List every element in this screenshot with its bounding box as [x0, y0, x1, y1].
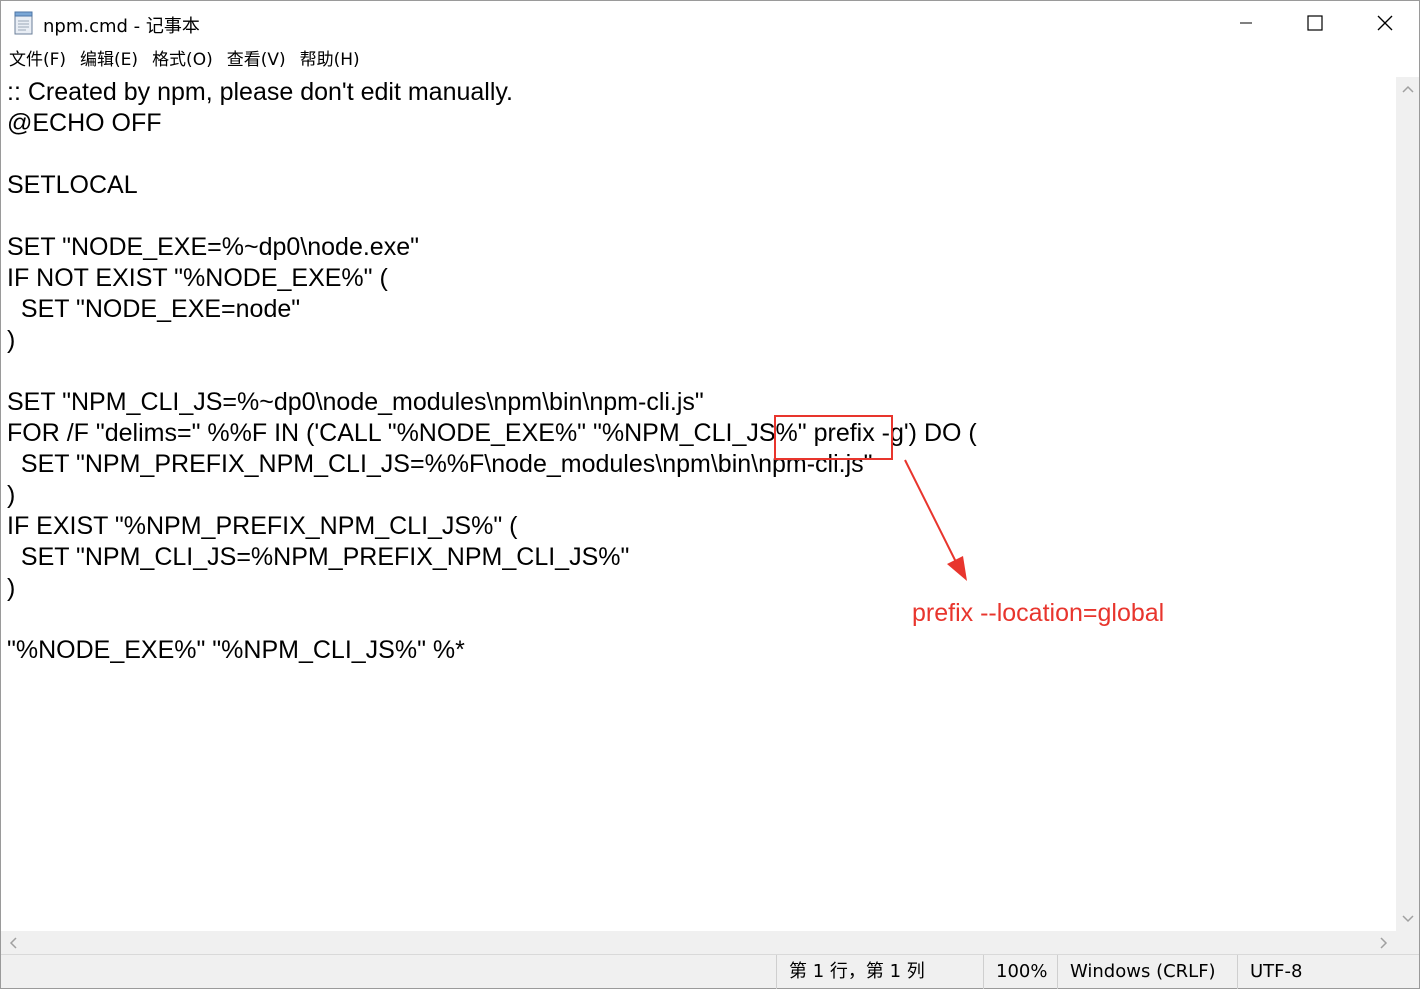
line-ending: Windows (CRLF) — [1057, 955, 1237, 989]
status-bar: 第 1 行，第 1 列 100% Windows (CRLF) UTF-8 — [1, 954, 1419, 989]
annotation-text: prefix --location=global — [912, 599, 1165, 627]
code-line: SET "NODE_EXE=node" — [7, 295, 301, 323]
highlight-box — [774, 415, 893, 460]
code-line: :: Created by npm, please don't edit man… — [7, 78, 513, 106]
maximize-button[interactable] — [1280, 1, 1350, 45]
code-line: ) — [7, 574, 16, 602]
code-line: @ECHO OFF — [7, 109, 162, 137]
encoding: UTF-8 — [1237, 955, 1419, 989]
notepad-icon — [14, 11, 33, 35]
code-line: SET "NPM_CLI_JS=%~dp0\node_modules\npm\b… — [7, 388, 704, 416]
scroll-left-button[interactable] — [1, 931, 25, 954]
vertical-scrollbar[interactable] — [1396, 77, 1419, 931]
notepad-window: npm.cmd - 记事本 文件(F) 编辑(E) 格式(O) 查看(V) 帮助… — [0, 0, 1420, 989]
code-line: SETLOCAL — [7, 171, 138, 199]
scroll-down-button[interactable] — [1396, 907, 1419, 931]
maximize-icon — [1307, 15, 1323, 31]
code-line: IF NOT EXIST "%NODE_EXE%" ( — [7, 264, 388, 292]
text-editor[interactable]: :: Created by npm, please don't edit man… — [1, 77, 1396, 931]
zoom-level: 100% — [983, 955, 1057, 989]
menu-format[interactable]: 格式(O) — [148, 45, 217, 75]
code-line: IF EXIST "%NPM_PREFIX_NPM_CLI_JS%" ( — [7, 512, 518, 540]
menu-file[interactable]: 文件(F) — [5, 45, 70, 75]
scroll-right-button[interactable] — [1372, 931, 1396, 954]
scrollbar-corner — [1396, 931, 1419, 954]
menu-edit[interactable]: 编辑(E) — [76, 45, 142, 75]
chevron-left-icon — [9, 936, 17, 949]
chevron-right-icon — [1380, 936, 1388, 949]
menu-view[interactable]: 查看(V) — [223, 45, 290, 75]
scroll-up-button[interactable] — [1396, 77, 1419, 101]
chevron-up-icon — [1401, 85, 1414, 93]
code-line: SET "NPM_PREFIX_NPM_CLI_JS=%%F\node_modu… — [7, 450, 873, 478]
minimize-button[interactable] — [1211, 1, 1281, 45]
chevron-down-icon — [1401, 915, 1414, 923]
vertical-scroll-track[interactable] — [1399, 101, 1416, 907]
code-line: "%NODE_EXE%" "%NPM_CLI_JS%" %* — [7, 636, 465, 664]
menu-help[interactable]: 帮助(H) — [296, 45, 364, 75]
close-button[interactable] — [1350, 1, 1420, 45]
title-bar[interactable]: npm.cmd - 记事本 — [1, 1, 1419, 45]
horizontal-scrollbar[interactable] — [1, 931, 1396, 954]
close-icon — [1377, 15, 1393, 31]
cursor-position: 第 1 行，第 1 列 — [776, 955, 983, 989]
code-line: SET "NODE_EXE=%~dp0\node.exe" — [7, 233, 419, 261]
code-line: ) — [7, 481, 16, 509]
window-title: npm.cmd - 记事本 — [43, 16, 200, 37]
code-line: ) — [7, 326, 16, 354]
menu-bar: 文件(F) 编辑(E) 格式(O) 查看(V) 帮助(H) — [1, 45, 1419, 75]
minimize-icon — [1240, 22, 1252, 24]
code-line: SET "NPM_CLI_JS=%NPM_PREFIX_NPM_CLI_JS%" — [7, 543, 630, 571]
